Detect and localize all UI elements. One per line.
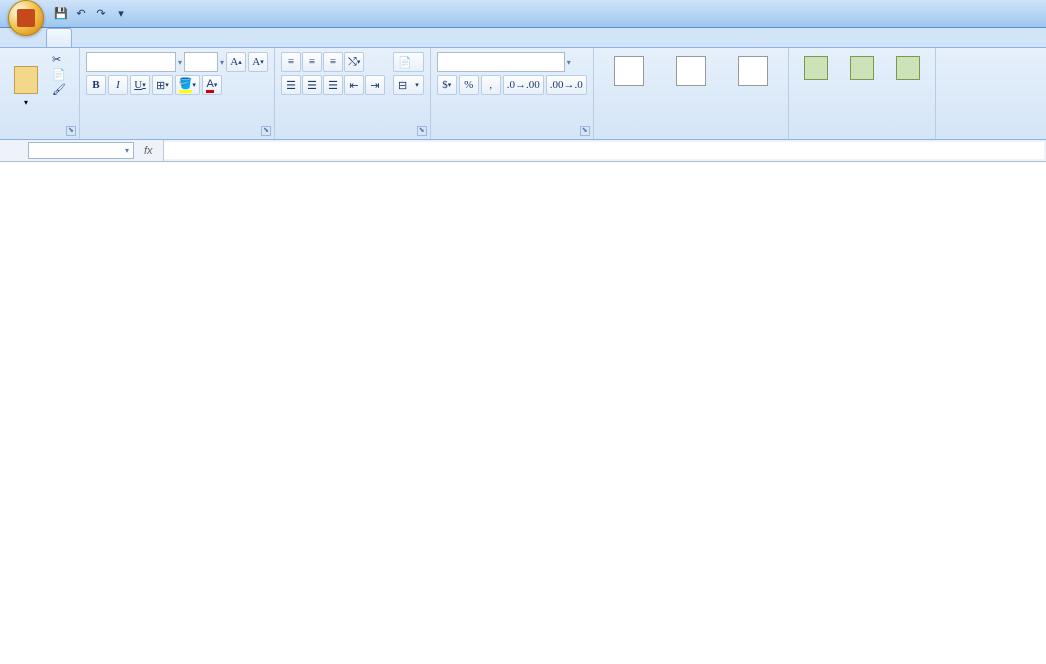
delete-cells-button[interactable] [841, 52, 883, 120]
number-dialog-launcher[interactable]: ⬊ [580, 126, 590, 136]
name-box[interactable]: ▾ [28, 142, 134, 159]
tab-data[interactable] [144, 28, 168, 47]
format-as-table-button[interactable] [662, 52, 720, 120]
name-box-arrow-icon[interactable]: ▾ [125, 146, 129, 155]
orientation-icon[interactable]: ⤭▾ [344, 52, 364, 72]
clipboard-dialog-launcher[interactable]: ⬊ [66, 126, 76, 136]
delete-icon [850, 56, 874, 80]
paste-icon [14, 66, 38, 94]
wrap-icon: 📄 [398, 56, 412, 69]
align-center-icon[interactable]: ☰ [302, 75, 322, 95]
increase-decimal-icon[interactable]: .0→.00 [503, 75, 544, 95]
save-icon[interactable]: 💾 [52, 5, 70, 23]
group-cells [789, 48, 936, 139]
qat-dropdown-icon[interactable]: ▾ [112, 5, 130, 23]
wrap-text-button[interactable]: 📄 [393, 52, 424, 72]
merge-icon: ⊟ [398, 79, 407, 92]
format-painter-button[interactable]: 🖌 [48, 82, 73, 97]
tab-page-layout[interactable] [96, 28, 120, 47]
tab-developer[interactable] [216, 28, 240, 47]
redo-icon[interactable]: ↷ [92, 5, 110, 23]
formula-input[interactable] [164, 142, 1044, 159]
align-bottom-icon[interactable]: ≡ [323, 52, 343, 72]
copy-icon: 📄 [52, 68, 66, 81]
percent-icon[interactable]: % [459, 75, 479, 95]
ribbon: ▾ ✂ 📄 🖌 ⬊ ▾ ▾ A▴ A▾ B I U▾ [0, 48, 1046, 140]
conditional-icon [614, 56, 644, 86]
increase-indent-icon[interactable]: ⇥ [365, 75, 385, 95]
tab-addins[interactable] [240, 28, 264, 47]
underline-button[interactable]: U▾ [130, 75, 150, 95]
cell-styles-icon [738, 56, 768, 86]
tab-home[interactable] [46, 28, 72, 47]
office-button[interactable] [8, 0, 44, 36]
group-clipboard: ▾ ✂ 📄 🖌 ⬊ [0, 48, 80, 139]
decrease-decimal-icon[interactable]: .00→.0 [546, 75, 587, 95]
cut-button[interactable]: ✂ [48, 52, 73, 67]
group-styles [594, 48, 789, 139]
fill-color-button[interactable]: 🪣▾ [175, 75, 200, 95]
align-right-icon[interactable]: ☰ [323, 75, 343, 95]
italic-button[interactable]: I [108, 75, 128, 95]
group-font: ▾ ▾ A▴ A▾ B I U▾ ⊞▾ 🪣▾ A▾ ⬊ [80, 48, 275, 139]
decrease-indent-icon[interactable]: ⇤ [344, 75, 364, 95]
copy-button[interactable]: 📄 [48, 67, 73, 82]
format-icon [896, 56, 920, 80]
fx-buttons: fx [134, 140, 164, 161]
align-middle-icon[interactable]: ≡ [302, 52, 322, 72]
paste-button[interactable]: ▾ [6, 52, 46, 120]
conditional-formatting-button[interactable] [600, 52, 658, 120]
ribbon-tabs [0, 28, 1046, 48]
border-button[interactable]: ⊞▾ [152, 75, 173, 95]
font-dialog-launcher[interactable]: ⬊ [261, 126, 271, 136]
undo-icon[interactable]: ↶ [72, 5, 90, 23]
increase-font-icon[interactable]: A▴ [226, 52, 246, 72]
cell-styles-button[interactable] [724, 52, 782, 120]
fx-icon[interactable]: fx [138, 145, 159, 157]
tab-review[interactable] [168, 28, 192, 47]
merge-center-button[interactable]: ⊟▾ [393, 75, 424, 95]
currency-icon[interactable]: $▾ [437, 75, 457, 95]
font-color-button[interactable]: A▾ [202, 75, 222, 95]
align-top-icon[interactable]: ≡ [281, 52, 301, 72]
tab-insert[interactable] [72, 28, 96, 47]
insert-icon [804, 56, 828, 80]
insert-cells-button[interactable] [795, 52, 837, 120]
group-number: ▾ $▾ % , .0→.00 .00→.0 ⬊ [431, 48, 594, 139]
comma-icon[interactable]: , [481, 75, 501, 95]
align-left-icon[interactable]: ☰ [281, 75, 301, 95]
scissors-icon: ✂ [52, 53, 61, 66]
bold-button[interactable]: B [86, 75, 106, 95]
decrease-font-icon[interactable]: A▾ [248, 52, 268, 72]
number-format-select[interactable] [437, 52, 565, 72]
group-alignment: ≡ ≡ ≡ ⤭▾ ☰ ☰ ☰ ⇤ ⇥ 📄 ⊟▾ ⬊ [275, 48, 431, 139]
alignment-dialog-launcher[interactable]: ⬊ [417, 126, 427, 136]
brush-icon: 🖌 [52, 83, 66, 96]
format-cells-button[interactable] [887, 52, 929, 120]
format-table-icon [676, 56, 706, 86]
tab-formulas[interactable] [120, 28, 144, 47]
quick-access-toolbar: 💾 ↶ ↷ ▾ [52, 5, 130, 23]
title-bar: 💾 ↶ ↷ ▾ [0, 0, 1046, 28]
formula-bar-area: ▾ fx [0, 140, 1046, 162]
font-size-select[interactable] [184, 52, 218, 72]
tab-view[interactable] [192, 28, 216, 47]
font-name-select[interactable] [86, 52, 176, 72]
